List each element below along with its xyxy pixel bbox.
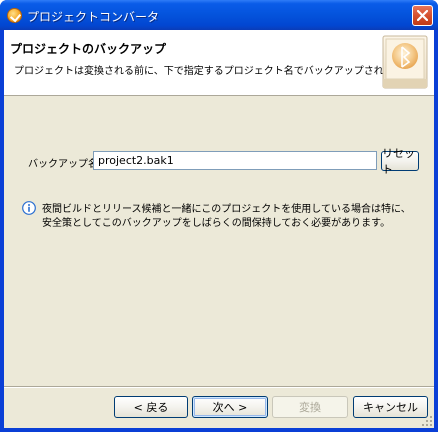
info-text-line-1: 夜間ビルドとリリース候補と一緒にこのプロジェクトを使用している場合は特に、 <box>42 204 411 215</box>
close-icon <box>417 10 428 21</box>
convert-button: 変換 <box>272 396 348 418</box>
window-title: プロジェクトコンバータ <box>27 10 160 24</box>
info-icon <box>22 201 36 215</box>
cancel-button[interactable]: キャンセル <box>353 396 428 418</box>
wizard-header: プロジェクトのバックアップ プロジェクトは変換される前に、下で指定するプロジェク… <box>4 30 434 96</box>
reset-button[interactable]: リセット <box>381 147 419 176</box>
back-button[interactable]: < 戻る <box>114 396 188 418</box>
resize-grip-icon[interactable] <box>421 415 433 427</box>
page-title: プロジェクトのバックアップ <box>10 42 167 56</box>
title-bar[interactable]: プロジェクトコンバータ <box>0 0 438 30</box>
dialog-client-area: プロジェクトのバックアップ プロジェクトは変換される前に、下で指定するプロジェク… <box>4 30 434 428</box>
page-description: プロジェクトは変換される前に、下で指定するプロジェクト名でバックアップされます。 <box>14 66 413 77</box>
info-text-line-2: 安全策としてこのバックアップをしばらくの間保持しておく必要があります。 <box>42 218 391 229</box>
next-button[interactable]: 次へ > <box>192 396 268 418</box>
app-icon <box>7 8 22 23</box>
dialog-window: プロジェクトコンバータ プロジェクトのバックアップ プロジェクトは変換される前に… <box>0 0 438 432</box>
backup-box-icon <box>382 35 428 89</box>
backup-name-input[interactable] <box>93 151 377 170</box>
footer-separator <box>4 386 434 388</box>
close-button[interactable] <box>412 5 433 26</box>
backup-name-label: バックアップ名: <box>28 159 102 170</box>
